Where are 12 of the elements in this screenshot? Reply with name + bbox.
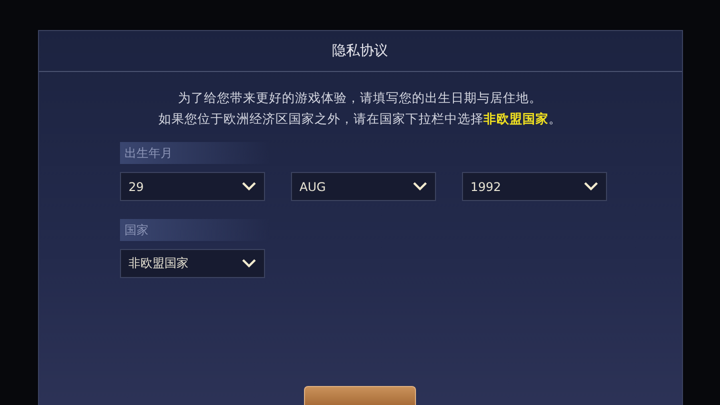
message-text: 如果您位于欧洲经济区国家之外，请在国家下拉栏中选择非欧盟国家。 <box>158 111 562 128</box>
chevron-down-icon <box>412 182 426 191</box>
chevron-down-icon <box>242 182 256 191</box>
date-dropdown[interactable]: 1992 <box>462 172 606 201</box>
next-button[interactable] <box>304 386 416 405</box>
message-text: 为了给您带来更好的游戏体验，请填写您的出生日期与居住地。 <box>178 90 542 107</box>
country-dropdown[interactable]: 非欧盟国家 <box>120 249 264 278</box>
chevron-down-icon <box>584 182 598 191</box>
date-dropdown[interactable]: 29 <box>120 172 264 201</box>
chevron-down-icon <box>242 259 256 268</box>
date-dropdown[interactable]: AUG <box>290 172 436 201</box>
dialog-title: 隐私协议 <box>332 42 388 60</box>
